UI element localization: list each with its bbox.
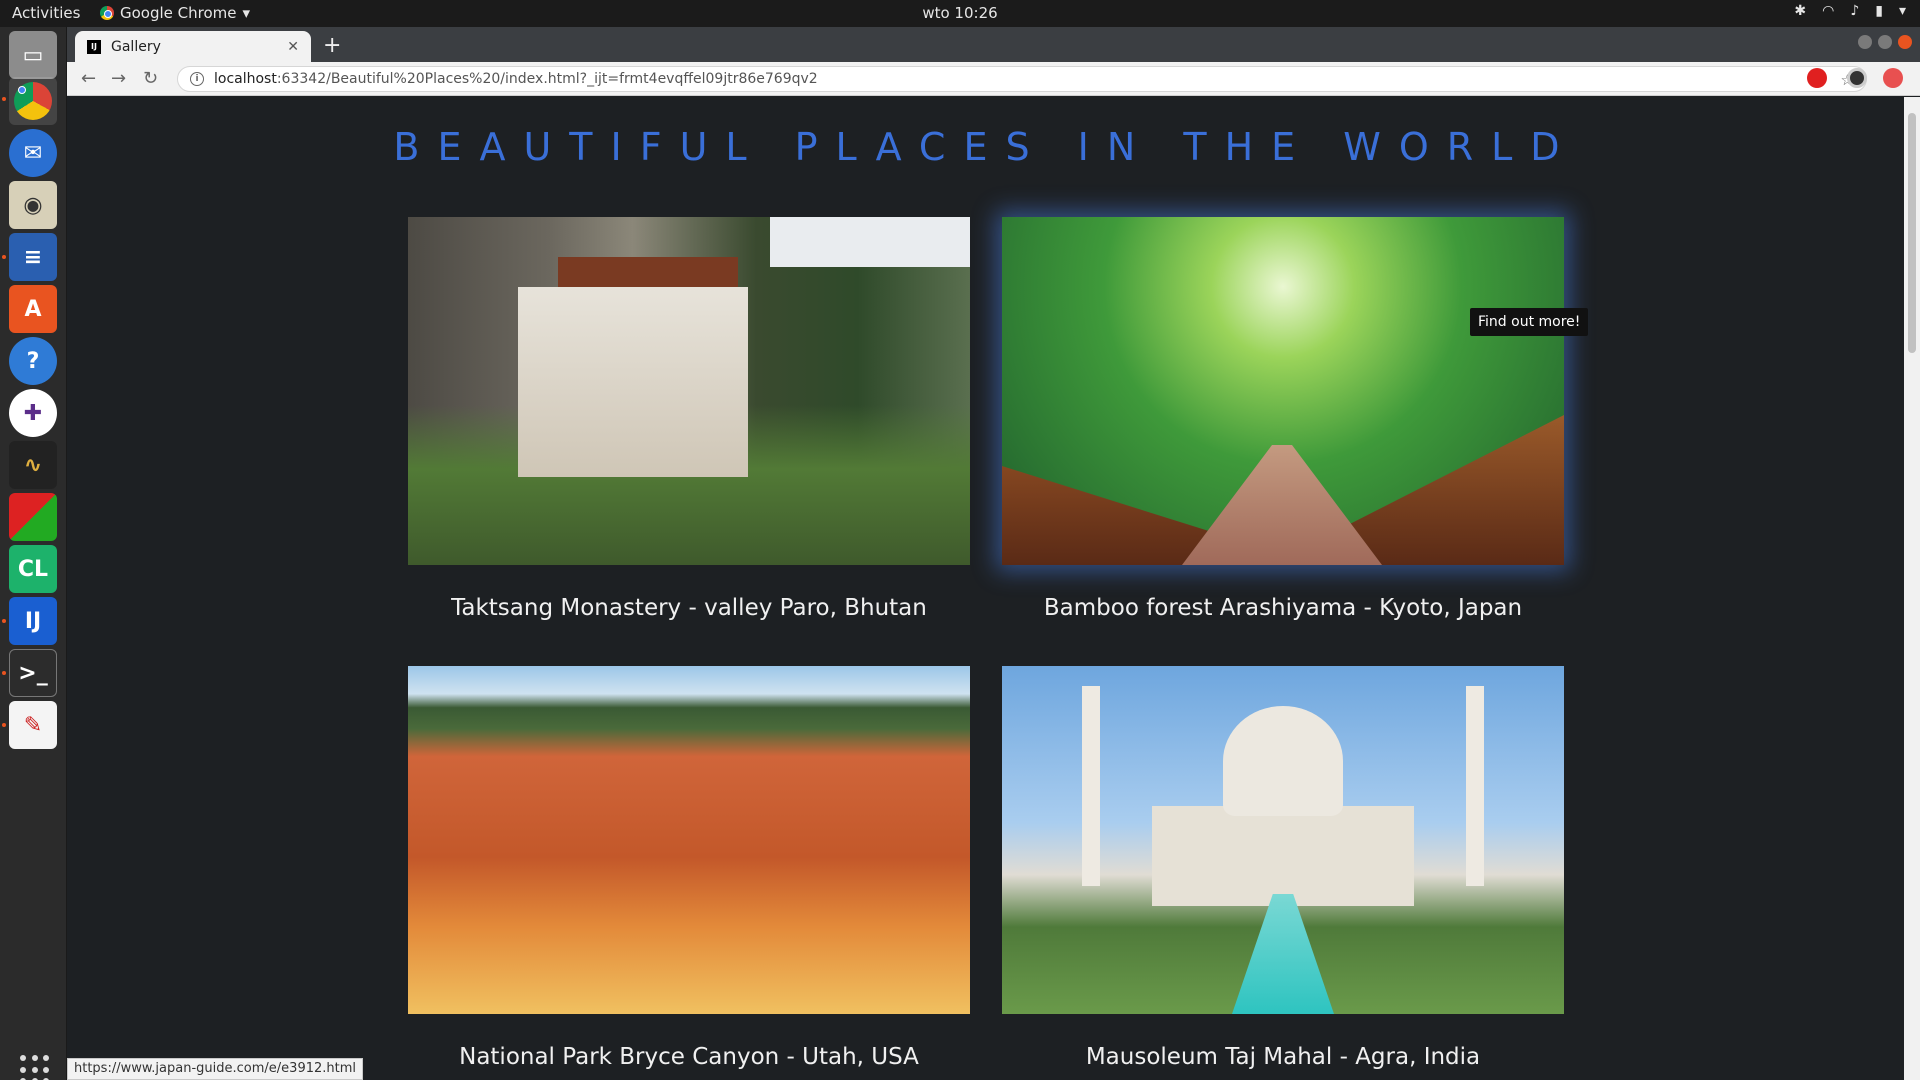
page-viewport: BEAUTIFUL PLACES IN THE WORLD Taktsang M… [67,97,1904,1080]
system-tray[interactable]: ✱ ◠ ♪ ▮ ▾ [1794,3,1906,19]
chevron-down-icon[interactable]: ▾ [1899,3,1906,19]
system-top-bar: Activities Google Chrome ▾ wto 10:26 ✱ ◠… [0,0,1920,27]
info-icon[interactable]: i [190,72,204,86]
browser-toolbar: ← → ↻ i localhost :63342/Beautiful%20Pla… [67,62,1920,96]
status-url-bubble: https://www.japan-guide.com/e/e3912.html [67,1058,363,1080]
files-icon[interactable]: ▭ [9,31,57,79]
photo-bamboo-forest[interactable] [1002,217,1564,565]
profile-avatar[interactable] [1847,68,1867,88]
card-caption: Taktsang Monastery - valley Paro, Bhutan [451,595,927,621]
minimize-button[interactable] [1858,35,1872,49]
maximize-button[interactable] [1878,35,1892,49]
close-window-button[interactable] [1898,35,1912,49]
running-indicator [2,255,6,259]
editor-icon[interactable]: ✎ [9,701,57,749]
chrome-icon [14,82,52,120]
volume-icon[interactable]: ♪ [1850,3,1859,19]
tab-title: Gallery [111,38,161,55]
clock[interactable]: wto 10:26 [0,4,1920,22]
battery-icon[interactable]: ▮ [1875,3,1883,19]
slack-icon[interactable]: ✚ [9,389,57,437]
intellij-icon[interactable]: IJ [9,597,57,645]
close-icon[interactable]: ✕ [287,39,299,55]
apps-grid-icon[interactable] [20,1055,50,1080]
tab-strip: IJ Gallery ✕ + [67,27,1920,62]
photo-bryce-canyon[interactable] [408,666,970,1014]
monitor-icon[interactable]: ∿ [9,441,57,489]
url-path: :63342/Beautiful%20Places%20/index.html?… [276,71,818,87]
window-controls [1858,35,1912,49]
multicolor-icon[interactable] [9,493,57,541]
favicon-icon: IJ [87,39,101,54]
url-host: localhost [214,71,277,87]
photo-taktsang-monastery[interactable] [408,217,970,565]
scrollbar-thumb[interactable] [1908,113,1916,353]
card-caption: Mausoleum Taj Mahal - Agra, India [1085,1044,1481,1070]
tab-gallery[interactable]: IJ Gallery ✕ [75,31,311,62]
software-icon[interactable]: A [9,285,57,333]
card-caption: Bamboo forest Arashiyama - Kyoto, Japan [1043,595,1523,621]
writer-icon[interactable]: ≡ [9,233,57,281]
rhythmbox-icon[interactable]: ◉ [9,181,57,229]
extension-icon[interactable] [1883,68,1903,88]
terminal-icon[interactable]: >_ [9,649,57,697]
address-bar[interactable]: i localhost :63342/Beautiful%20Places%20… [177,66,1867,92]
running-indicator [2,723,6,727]
forward-arrow-icon[interactable]: → [111,68,126,89]
gallery-card[interactable]: Mausoleum Taj Mahal - Agra, India [1002,666,1564,1070]
card-caption: National Park Bryce Canyon - Utah, USA [459,1044,919,1070]
thunderbird-icon[interactable]: ✉ [9,129,57,177]
page-scrollbar[interactable] [1904,97,1920,1080]
tooltip: Find out more! [1470,308,1589,336]
gallery-card[interactable]: Taktsang Monastery - valley Paro, Bhutan [408,217,970,621]
running-indicator [2,97,6,101]
adblock-extension-icon[interactable] [1807,68,1827,88]
new-tab-button[interactable]: + [323,33,341,58]
help-icon[interactable]: ? [9,337,57,385]
reload-icon[interactable]: ↻ [143,68,158,89]
bluetooth-icon[interactable]: ✱ [1794,3,1806,19]
clion-icon[interactable]: CL [9,545,57,593]
gallery-card[interactable]: National Park Bryce Canyon - Utah, USA [408,666,970,1070]
chrome-dock-icon[interactable] [9,77,57,125]
gallery-card[interactable]: Bamboo forest Arashiyama - Kyoto, Japan [1002,217,1564,621]
running-indicator [2,619,6,623]
back-arrow-icon[interactable]: ← [81,68,96,89]
running-indicator [2,671,6,675]
photo-taj-mahal[interactable] [1002,666,1564,1014]
page-title: BEAUTIFUL PLACES IN THE WORLD [393,125,1578,169]
wifi-icon[interactable]: ◠ [1822,3,1834,19]
dock: ▭ ✉ ◉ ≡ A ? ✚ ∿ CL IJ >_ ✎ [0,27,67,1080]
